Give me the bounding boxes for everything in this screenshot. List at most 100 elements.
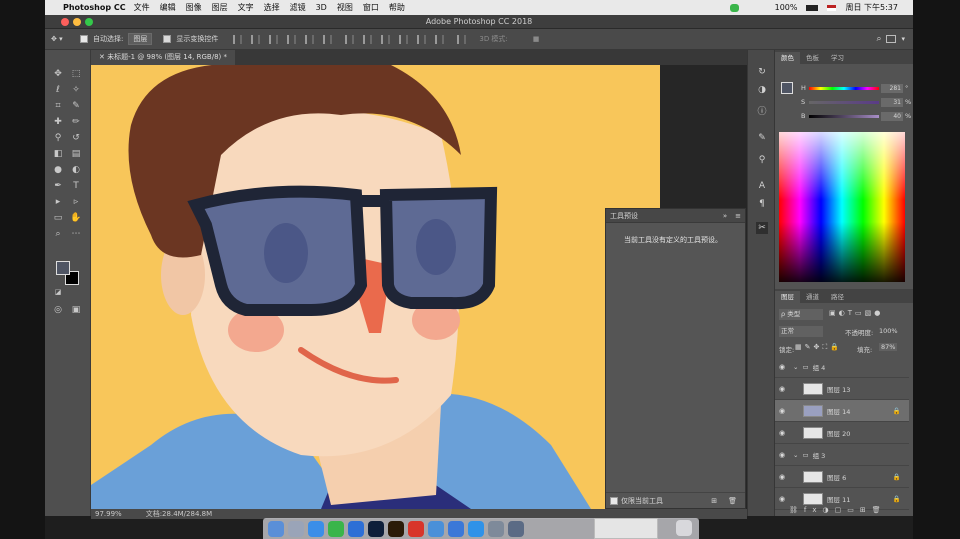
gradient-tool-icon[interactable]: ▤ (69, 148, 83, 161)
eraser-tool-icon[interactable]: ◧ (51, 148, 65, 161)
delete-preset-icon[interactable]: 🗑 (728, 497, 737, 505)
minimized-window-thumbnail[interactable] (594, 518, 658, 539)
clock[interactable]: 周日 下午5:37 (845, 2, 898, 13)
visibility-eye-icon[interactable]: ◉ (775, 385, 789, 393)
move-tool-icon[interactable]: ✥ (51, 68, 65, 81)
safari-icon[interactable] (308, 520, 324, 537)
downloads-folder-icon[interactable] (508, 520, 524, 537)
search-icon[interactable]: ⌕ (876, 34, 881, 44)
zoom-window-button[interactable] (85, 18, 93, 26)
saturation-slider[interactable] (809, 101, 879, 104)
app-name-menu[interactable]: Photoshop CC (63, 3, 126, 12)
layer-row-group-3[interactable]: ◉ ⌄ ▭ 组 3 (775, 444, 909, 466)
layer-row-6[interactable]: ◉ 图层 6 🔒 (775, 466, 909, 488)
illustrator-dock-icon[interactable] (388, 520, 404, 537)
menu-view[interactable]: 视图 (337, 2, 353, 13)
clone-stamp-tool-icon[interactable]: ⚲ (51, 132, 65, 145)
align-left-icon[interactable] (287, 34, 297, 44)
camera-3d-icon[interactable]: ■ (533, 35, 540, 43)
battery-icon[interactable] (806, 4, 819, 11)
fill-value[interactable]: 87% (879, 343, 898, 351)
layer-row-group-4[interactable]: ◉ ⌄ ▭ 组 4 (775, 356, 909, 378)
healing-brush-tool-icon[interactable]: ✚ (51, 116, 65, 129)
path-selection-tool-icon[interactable]: ▸ (51, 196, 65, 209)
menu-select[interactable]: 选择 (264, 2, 280, 13)
document-info[interactable]: 文档:28.4M/284.8M (146, 509, 212, 519)
finder-icon[interactable] (268, 520, 284, 537)
opacity-value[interactable]: 100% (879, 327, 898, 335)
dodge-tool-icon[interactable]: ◐ (69, 164, 83, 177)
blur-tool-icon[interactable]: ● (51, 164, 65, 177)
auto-select-dropdown[interactable]: 图层 (128, 33, 153, 45)
menu-window[interactable]: 窗口 (363, 2, 379, 13)
align-vcenter-icon[interactable] (251, 34, 261, 44)
layer-row-13[interactable]: ◉ 图层 13 (775, 378, 909, 400)
distribute-left-icon[interactable] (399, 34, 409, 44)
qq-icon[interactable] (348, 520, 364, 537)
distribute-bottom-icon[interactable] (381, 34, 391, 44)
visibility-eye-icon[interactable]: ◉ (775, 429, 789, 437)
magic-wand-tool-icon[interactable]: ✧ (69, 84, 83, 97)
layers-footer-icons[interactable]: ⛓fx◑▢▭⊞🗑 (789, 506, 887, 514)
document-tab[interactable]: ✕ 未标题-1 @ 98% (图层 14, RGB/8) * (91, 50, 235, 65)
zoom-tool-icon[interactable]: ⌕ (51, 228, 65, 241)
layer-filter-icons[interactable]: ▣◐T▭▧● (829, 309, 883, 317)
distribute-vcenter-icon[interactable] (363, 34, 373, 44)
tab-swatches[interactable]: 色板 (800, 52, 825, 64)
brightness-slider[interactable] (809, 115, 879, 118)
panel-menu-icon[interactable]: ≡ (735, 212, 741, 220)
tab-learn[interactable]: 学习 (825, 52, 850, 64)
auto-select-checkbox[interactable] (80, 35, 88, 43)
visibility-eye-icon[interactable]: ◉ (775, 473, 789, 481)
group-chevron-icon[interactable]: ⌄ (793, 363, 798, 371)
info-panel-icon[interactable]: ⓘ (756, 106, 768, 118)
more-tools-icon[interactable]: ⋯ (69, 228, 83, 241)
tab-layers[interactable]: 图层 (775, 291, 800, 303)
artwork-canvas[interactable] (91, 65, 660, 509)
direct-selection-tool-icon[interactable]: ▹ (69, 196, 83, 209)
menu-edit[interactable]: 编辑 (160, 2, 176, 13)
layer-row-20[interactable]: ◉ 图层 20 (775, 422, 909, 444)
photoshop-dock-icon[interactable] (368, 520, 384, 537)
current-tool-only-checkbox[interactable] (610, 496, 618, 505)
close-tab-icon[interactable]: ✕ (99, 53, 105, 61)
wechat-icon[interactable] (328, 520, 344, 537)
saturation-value[interactable]: 31 (881, 98, 903, 107)
align-top-icon[interactable] (233, 34, 243, 44)
distribute-top-icon[interactable] (345, 34, 355, 44)
screen-mode-icon[interactable]: ▣ (69, 304, 83, 317)
wechat-status-icon[interactable] (729, 3, 739, 12)
character-panel-icon[interactable]: A (756, 180, 768, 192)
trash-icon[interactable] (676, 520, 692, 536)
system-preferences-icon[interactable] (488, 520, 504, 537)
hue-value[interactable]: 281 (881, 84, 903, 93)
brush-tool-icon[interactable]: ✏ (69, 116, 83, 129)
tab-channels[interactable]: 通道 (800, 291, 825, 303)
quick-mask-icon[interactable]: ◎ (51, 304, 65, 317)
menu-layer[interactable]: 图层 (212, 2, 228, 13)
menu-type[interactable]: 文字 (238, 2, 254, 13)
brightness-value[interactable]: 40 (881, 112, 903, 121)
workspace-dropdown-icon[interactable]: ▾ (901, 35, 905, 43)
default-colors-icon[interactable]: ◪ (51, 286, 65, 299)
menu-3d[interactable]: 3D (316, 3, 327, 12)
align-bottom-icon[interactable] (269, 34, 279, 44)
adjustments-panel-icon[interactable]: ◑ (756, 84, 768, 96)
preview-icon[interactable] (428, 520, 444, 537)
align-right-icon[interactable] (323, 34, 333, 44)
crop-tool-icon[interactable]: ⌗ (51, 100, 65, 113)
rectangle-tool-icon[interactable]: ▭ (51, 212, 65, 225)
workspace-icon[interactable] (886, 35, 897, 43)
new-preset-icon[interactable]: ⊞ (711, 497, 717, 505)
netease-music-icon[interactable] (408, 520, 424, 537)
hand-tool-icon[interactable]: ✋ (69, 212, 83, 225)
visibility-eye-icon[interactable]: ◉ (775, 407, 789, 415)
menu-filter[interactable]: 滤镜 (290, 2, 306, 13)
distribute-right-icon[interactable] (435, 34, 445, 44)
app-store-icon[interactable] (448, 520, 464, 537)
minimize-window-button[interactable] (73, 18, 81, 26)
auto-align-icon[interactable] (457, 34, 467, 44)
menu-help[interactable]: 帮助 (389, 2, 405, 13)
tool-presets-panel-icon[interactable]: ✂ (756, 222, 768, 234)
launchpad-icon[interactable] (288, 520, 304, 537)
